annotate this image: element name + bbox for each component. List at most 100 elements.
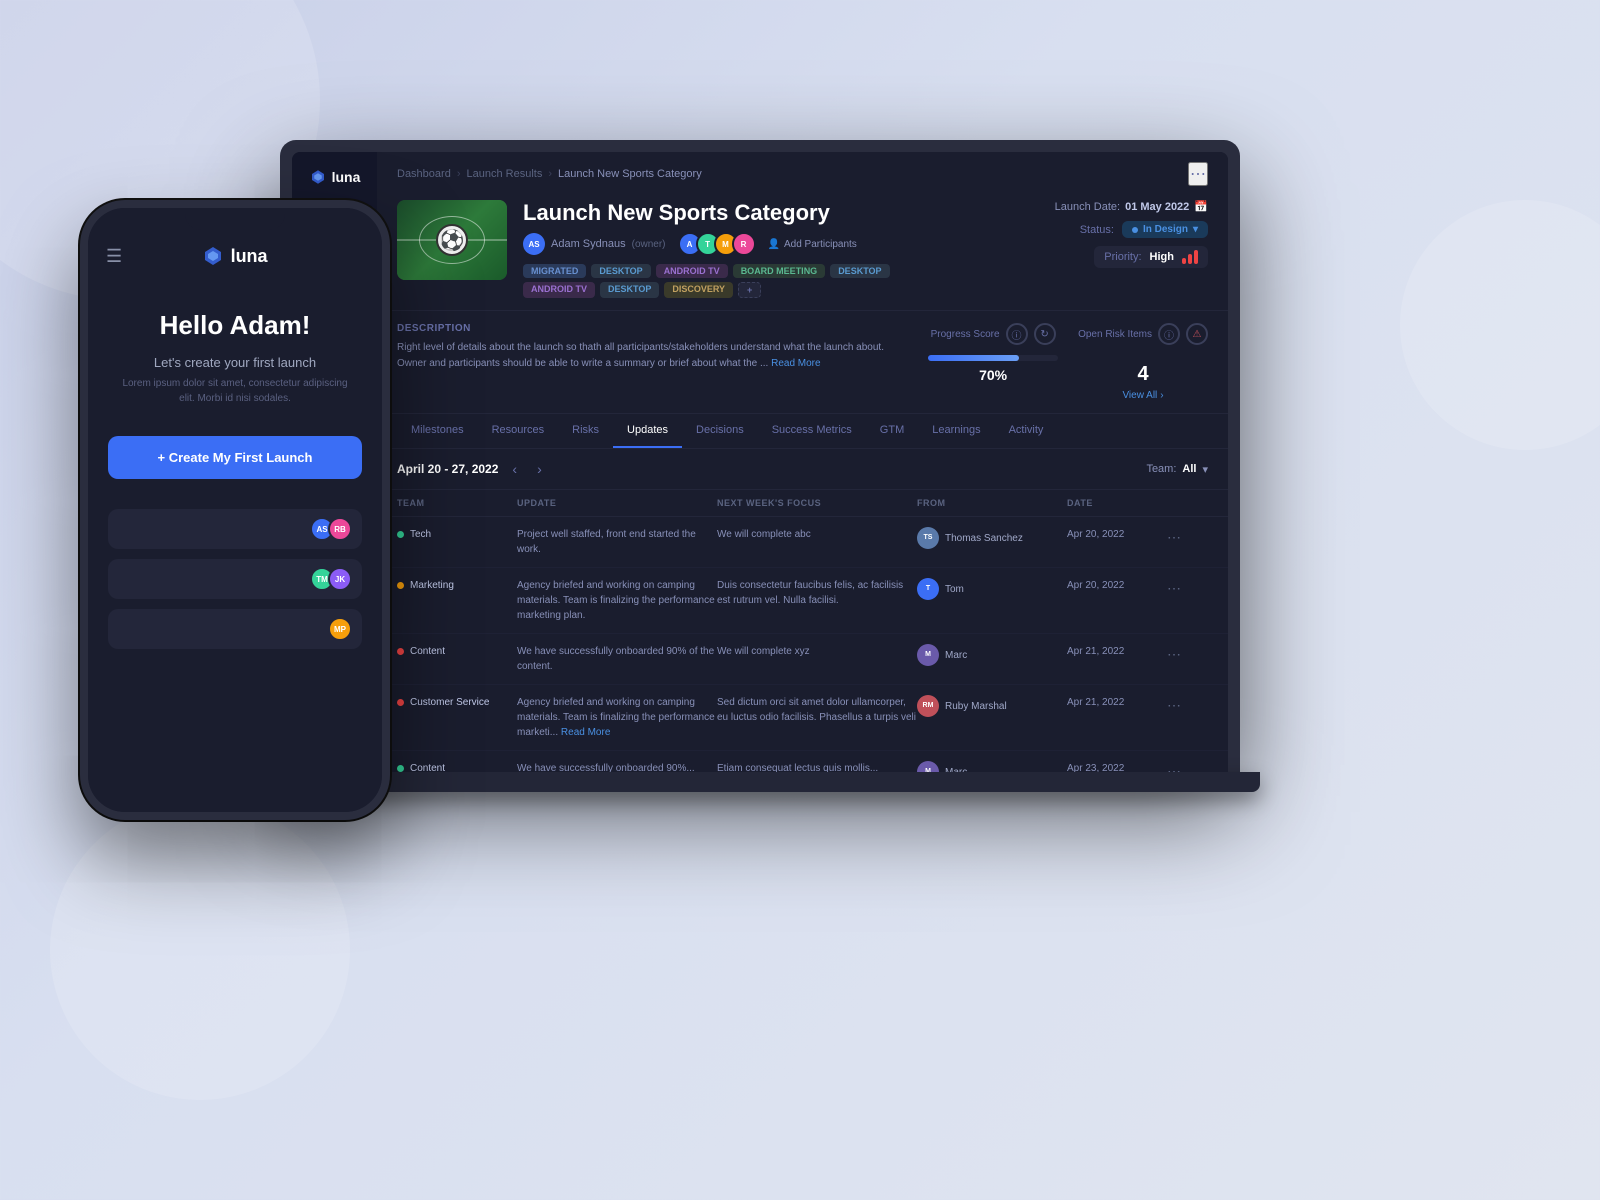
risk-section: Open Risk Items ⓘ ⚠ 4 View All › — [1078, 323, 1208, 401]
th-update: UPDATE — [517, 498, 717, 508]
from-avatar: RM — [917, 695, 939, 717]
project-info: Launch New Sports Category AS Adam Sydna… — [523, 200, 992, 298]
progress-refresh-icon[interactable]: ↻ — [1034, 323, 1056, 345]
week-prev-button[interactable]: ‹ — [506, 459, 523, 479]
table-header: TEAM UPDATE NEXT WEEK'S FOCUS FROM DATE — [377, 490, 1228, 517]
row-more-button[interactable]: ⋯ — [1167, 578, 1197, 599]
sidebar-logo: luna — [309, 168, 361, 186]
from-cell: TS Thomas Sanchez — [917, 527, 1067, 549]
project-meta-right: Launch Date: 01 May 2022 📅 Status: In De… — [1008, 200, 1208, 298]
status-label: Status: — [1080, 224, 1114, 236]
update-read-more[interactable]: Read More — [561, 727, 610, 738]
risk-info-icon[interactable]: ⓘ — [1158, 323, 1180, 345]
phone-notch — [185, 208, 285, 230]
breadcrumb-launch-results[interactable]: Launch Results — [467, 168, 543, 180]
breadcrumb-dashboard[interactable]: Dashboard — [397, 168, 451, 180]
phone-list-item: MP — [108, 609, 362, 649]
tab-updates[interactable]: Updates — [613, 414, 682, 448]
status-badge[interactable]: In Design ▾ — [1122, 221, 1208, 238]
breadcrumb-sep-1: › — [457, 168, 461, 180]
table-row[interactable]: Content We have successfully onboarded 9… — [377, 751, 1228, 772]
tag-migrated[interactable]: MIGRATED — [523, 264, 586, 278]
laptop-screen: luna + New Launch 🔍 results results ures… — [292, 152, 1228, 772]
updates-table: TEAM UPDATE NEXT WEEK'S FOCUS FROM DATE — [377, 490, 1228, 772]
read-more-link[interactable]: Read More — [771, 358, 820, 369]
from-inner: M Marc — [917, 761, 1067, 772]
chevron-right-icon: › — [1160, 390, 1163, 401]
team-status-dot — [397, 582, 404, 589]
phone-list-item: TM JK — [108, 559, 362, 599]
row-more-button[interactable]: ⋯ — [1167, 527, 1197, 548]
from-cell: T Tom — [917, 578, 1067, 600]
tab-success-metrics[interactable]: Success Metrics — [758, 414, 866, 448]
date-cell: Apr 20, 2022 — [1067, 578, 1167, 593]
add-participants-button[interactable]: 👤 Add Participants — [768, 239, 857, 250]
tab-gtm[interactable]: GTM — [866, 414, 918, 448]
team-name: Content — [410, 761, 445, 772]
row-more-button[interactable]: ⋯ — [1167, 695, 1197, 716]
team-name-cell: Marketing — [397, 578, 517, 593]
update-cell: Agency briefed and working on camping ma… — [517, 578, 717, 623]
breadcrumb: Dashboard › Launch Results › Launch New … — [397, 168, 702, 180]
sidebar-logo-icon — [309, 168, 327, 186]
updates-section: April 20 - 27, 2022 ‹ › Team: All ▾ — [377, 449, 1228, 772]
priority-label: Priority: — [1104, 251, 1141, 263]
table-row[interactable]: Tech Project well staffed, front end sta… — [377, 517, 1228, 568]
tag-desktop-1[interactable]: DESKTOP — [591, 264, 650, 278]
description-text: Right level of details about the launch … — [397, 340, 908, 372]
priority-bar-1 — [1182, 258, 1186, 264]
progress-info-icon[interactable]: ⓘ — [1006, 323, 1028, 345]
phone-subtitle: Let's create your first launch — [154, 355, 316, 370]
from-inner: T Tom — [917, 578, 1067, 600]
row-more-button[interactable]: ⋯ — [1167, 761, 1197, 772]
tag-android-tv-2[interactable]: ANDROID TV — [523, 282, 595, 298]
team-cell: Content — [397, 644, 517, 659]
tag-android-tv-1[interactable]: ANDROID TV — [656, 264, 728, 278]
row-more-button[interactable]: ⋯ — [1167, 644, 1197, 665]
table-row[interactable]: Customer Service Agency briefed and work… — [377, 685, 1228, 751]
team-status-dot — [397, 699, 404, 706]
table-row[interactable]: Content We have successfully onboarded 9… — [377, 634, 1228, 685]
focus-cell: We will complete abc — [717, 527, 917, 542]
date-cell: Apr 23, 2022 — [1067, 761, 1167, 772]
tab-decisions[interactable]: Decisions — [682, 414, 758, 448]
team-filter-label: Team: — [1146, 463, 1176, 475]
tag-desktop-3[interactable]: DESKTOP — [600, 282, 659, 298]
priority-bar-3 — [1194, 250, 1198, 264]
team-cell: Customer Service — [397, 695, 517, 710]
th-focus: NEXT WEEK'S FOCUS — [717, 498, 917, 508]
avatar-stack: MP — [328, 617, 352, 641]
tag-desktop-2[interactable]: DESKTOP — [830, 264, 889, 278]
create-first-launch-button[interactable]: + Create My First Launch — [108, 436, 362, 479]
view-all-link[interactable]: View All › — [1122, 390, 1163, 401]
tag-board-meeting[interactable]: BOARD MEETING — [733, 264, 826, 278]
tags-row: MIGRATED DESKTOP ANDROID TV BOARD MEETIN… — [523, 264, 992, 278]
team-name-cell: Customer Service — [397, 695, 517, 710]
tab-learnings[interactable]: Learnings — [918, 414, 994, 448]
sidebar-logo-text: luna — [332, 169, 361, 185]
avatar-stack: TM JK — [310, 567, 352, 591]
hamburger-icon[interactable]: ☰ — [106, 246, 122, 267]
team-status-dot — [397, 648, 404, 655]
tag-add-button[interactable]: + — [738, 282, 761, 298]
tag-discovery[interactable]: DISCOVERY — [664, 282, 733, 298]
tab-activity[interactable]: Activity — [995, 414, 1058, 448]
date-cell: Apr 21, 2022 — [1067, 695, 1167, 710]
tab-risks[interactable]: Risks — [558, 414, 613, 448]
from-name: Marc — [945, 765, 967, 773]
avatar-stack: AS RB — [310, 517, 352, 541]
project-title: Launch New Sports Category — [523, 200, 992, 226]
week-next-button[interactable]: › — [531, 459, 548, 479]
bg-decoration-3 — [1400, 200, 1600, 450]
tab-resources[interactable]: Resources — [478, 414, 559, 448]
description-title: Description — [397, 323, 908, 334]
table-row[interactable]: Marketing Agency briefed and working on … — [377, 568, 1228, 634]
progress-percentage: 70% — [979, 367, 1007, 383]
more-options-button[interactable]: ⋯ — [1188, 162, 1208, 186]
focus-cell: Etiam consequat lectus quis mollis... — [717, 761, 917, 772]
team-filter-value: All — [1182, 463, 1196, 475]
team-status-dot — [397, 765, 404, 772]
tab-milestones[interactable]: Milestones — [397, 414, 478, 448]
team-filter-chevron[interactable]: ▾ — [1202, 463, 1208, 476]
date-cell: Apr 20, 2022 — [1067, 527, 1167, 542]
